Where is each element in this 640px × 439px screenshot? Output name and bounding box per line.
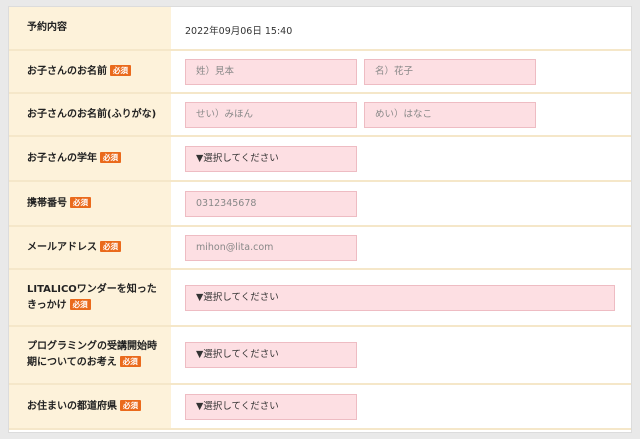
row-phone: 携帯番号 必須 0312345678 xyxy=(9,181,631,227)
row-timing: プログラミングの受講開始時 期についてのお考え 必須 ▼選択してください xyxy=(9,326,631,385)
label-trigger: LITALICOワンダーを知った きっかけ 必須 xyxy=(9,269,171,327)
required-badge: 必須 xyxy=(110,64,131,76)
reservation-form: 予約内容 2022年09月06日 15:40 お子さんのお名前 必須 姓）見本 名）… xyxy=(8,6,632,433)
timing-select[interactable]: ▼選択してください xyxy=(185,342,357,368)
required-badge: 必須 xyxy=(70,196,91,208)
required-badge: 必須 xyxy=(120,399,141,411)
label-child-name: お子さんのお名前 必須 xyxy=(9,50,171,94)
label-prefecture: お住まいの都道府県 必須 xyxy=(9,384,171,430)
row-trigger: LITALICOワンダーを知った きっかけ 必須 ▼選択してください xyxy=(9,269,631,327)
label-phone: 携帯番号 必須 xyxy=(9,181,171,227)
label-child-kana: お子さんのお名前(ふりがな) xyxy=(9,93,171,137)
label-grade: お子さんの学年 必須 xyxy=(9,136,171,182)
label-reservation: 予約内容 xyxy=(9,7,171,51)
label-timing: プログラミングの受講開始時 期についてのお考え 必須 xyxy=(9,326,171,385)
email-input[interactable]: mihon@lita.com xyxy=(185,234,357,261)
form-table: 予約内容 2022年09月06日 15:40 お子さんのお名前 必須 姓）見本 名）… xyxy=(9,7,631,430)
required-badge: 必須 xyxy=(69,298,91,310)
row-reservation: 予約内容 2022年09月06日 15:40 xyxy=(9,7,631,51)
reservation-datetime: 2022年09月06日 15:40 xyxy=(185,25,293,37)
required-badge: 必須 xyxy=(100,240,121,252)
row-child-kana: お子さんのお名前(ふりがな) せい）みほん めい）はなこ xyxy=(9,93,631,137)
phone-input[interactable]: 0312345678 xyxy=(185,190,357,217)
first-name-input[interactable]: 名）花子 xyxy=(364,58,536,85)
last-name-kana-input[interactable]: せい）みほん xyxy=(185,101,357,128)
row-child-name: お子さんのお名前 必須 姓）見本 名）花子 xyxy=(9,50,631,94)
trigger-select[interactable]: ▼選択してください xyxy=(185,284,615,311)
row-grade: お子さんの学年 必須 ▼選択してください xyxy=(9,136,631,182)
row-prefecture: お住まいの都道府県 必須 ▼選択してください xyxy=(9,384,631,430)
label-email: メールアドレス 必須 xyxy=(9,226,171,270)
last-name-input[interactable]: 姓）見本 xyxy=(185,58,357,85)
required-badge: 必須 xyxy=(119,356,141,367)
required-badge: 必須 xyxy=(100,151,121,163)
prefecture-select[interactable]: ▼選択してください xyxy=(185,393,357,420)
grade-select[interactable]: ▼選択してください xyxy=(185,145,357,172)
row-email: メールアドレス 必須 mihon@lita.com xyxy=(9,226,631,270)
first-name-kana-input[interactable]: めい）はなこ xyxy=(364,101,536,128)
